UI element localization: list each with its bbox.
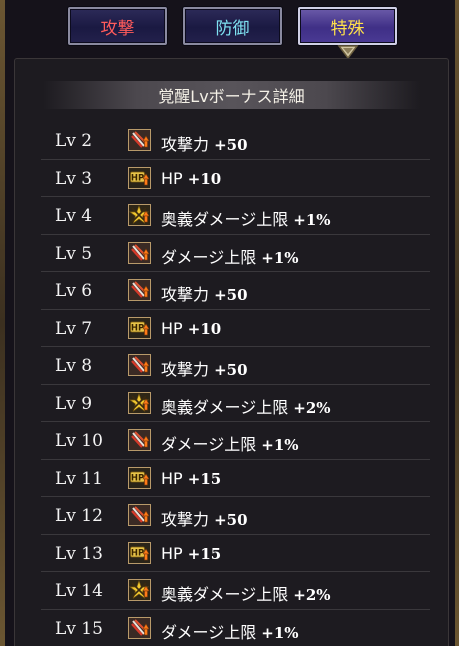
attack-icon (128, 129, 151, 151)
bonus-stat: 奥義ダメージ上限 (161, 210, 289, 229)
bonus-stat: HP (161, 468, 183, 488)
attack-icon (128, 504, 151, 526)
bonus-value: +50 (214, 286, 248, 304)
attack-icon (128, 616, 151, 639)
bonus-value: +15 (187, 544, 222, 563)
special-cap-icon (128, 579, 151, 601)
bonus-text: 奥義ダメージ上限 +2% (161, 394, 331, 418)
bonus-text: HP +15 (161, 469, 221, 488)
bonus-value: +2% (293, 586, 331, 604)
bonus-value: +10 (187, 169, 222, 188)
special-cap-icon (128, 204, 151, 226)
bonus-value: +15 (187, 469, 222, 488)
bonus-stat: HP (161, 543, 183, 563)
tab-special[interactable]: 特殊 (298, 7, 397, 45)
bonus-row: Lv 8 攻撃力 +50 (41, 347, 430, 385)
level-label: Lv 4 (55, 206, 93, 226)
bonus-text: HP +10 (161, 319, 221, 338)
level-label: Lv 10 (55, 431, 103, 451)
bonus-value: +1% (261, 623, 299, 642)
bonus-row: Lv 5 ダメージ上限 +1% (41, 235, 430, 272)
bonus-row: Lv 9 奥義ダメージ上限 +2% (41, 385, 430, 422)
bonus-stat: 攻撃力 (161, 360, 210, 379)
level-label: Lv 5 (55, 243, 93, 264)
bonus-stat: 攻撃力 (161, 510, 210, 529)
attack-icon (128, 241, 151, 264)
bonus-value: +10 (187, 319, 222, 338)
bonus-row: Lv 14 奥義ダメージ上限 +2% (41, 572, 430, 610)
svg-text:HP: HP (131, 548, 144, 558)
bonus-row: Lv 4 奥義ダメージ上限 +1% (41, 197, 430, 235)
level-label: Lv 7 (55, 318, 93, 339)
level-label: Lv 2 (55, 131, 93, 151)
bonus-text: HP +10 (161, 169, 221, 188)
attack-icon (128, 429, 151, 451)
bonus-stat: ダメージ上限 (161, 435, 257, 454)
bonus-row: Lv 10 ダメージ上限 +1% (41, 422, 430, 460)
bonus-row: Lv 12 攻撃力 +50 (41, 497, 430, 535)
level-label: Lv 11 (55, 468, 103, 489)
level-label: Lv 9 (55, 393, 93, 414)
bonus-value: +50 (214, 361, 248, 379)
tab-defense[interactable]: 防御 (183, 7, 282, 45)
bonus-row: Lv 11 HP HP +15 (41, 460, 430, 497)
bonus-text: 攻撃力 +50 (161, 131, 248, 155)
bonus-value: +50 (214, 511, 248, 529)
svg-text:HP: HP (131, 173, 144, 183)
bonus-row: Lv 6 攻撃力 +50 (41, 272, 430, 310)
bonus-text: ダメージ上限 +1% (161, 244, 299, 268)
frame-right (455, 0, 459, 646)
level-label: Lv 12 (55, 506, 103, 526)
bonus-value: +1% (293, 211, 331, 229)
bonus-stat: ダメージ上限 (161, 622, 257, 642)
bonus-row: Lv 3 HP HP +10 (41, 160, 430, 197)
bonus-stat: 奥義ダメージ上限 (161, 397, 289, 417)
bonus-row: Lv 2 攻撃力 +50 (41, 122, 430, 160)
bonus-text: 攻撃力 +50 (161, 356, 248, 380)
frame-left (0, 0, 5, 646)
svg-text:HP: HP (131, 473, 144, 483)
level-label: Lv 8 (55, 356, 93, 376)
bonus-panel: 覚醒Lvボーナス詳細 Lv 2 攻撃力 +50 Lv 3 HP HP +10 Lv 4 奥義… (14, 58, 449, 646)
bonus-row: Lv 13 HP HP +15 (41, 535, 430, 572)
panel-title: 覚醒Lvボーナス詳細 (158, 87, 305, 106)
level-label: Lv 6 (55, 281, 93, 301)
bonus-stat: HP (161, 168, 183, 188)
tab-bar: 攻撃 防御 特殊 (0, 7, 459, 60)
bonus-value: +50 (214, 136, 248, 154)
bonus-stat: 奥義ダメージ上限 (161, 585, 289, 604)
hp-icon: HP (128, 466, 151, 489)
special-cap-icon (128, 391, 151, 414)
bonus-list: Lv 2 攻撃力 +50 Lv 3 HP HP +10 Lv 4 奥義ダメージ上限 +1% L… (41, 122, 430, 646)
bonus-value: +1% (261, 248, 299, 267)
bonus-text: 奥義ダメージ上限 +1% (161, 206, 331, 230)
bonus-row: Lv 7 HP HP +10 (41, 310, 430, 347)
bonus-text: 攻撃力 +50 (161, 506, 248, 530)
bonus-stat: ダメージ上限 (161, 247, 257, 267)
bonus-row: Lv 15 ダメージ上限 +1% (41, 610, 430, 646)
hp-icon: HP (128, 166, 151, 189)
bonus-text: 奥義ダメージ上限 +2% (161, 581, 331, 605)
tab-attack[interactable]: 攻撃 (68, 7, 167, 45)
level-label: Lv 13 (55, 543, 103, 564)
panel-header: 覚醒Lvボーナス詳細 (43, 81, 420, 109)
hp-icon: HP (128, 316, 151, 339)
level-label: Lv 15 (55, 618, 103, 639)
bonus-text: ダメージ上限 +1% (161, 619, 299, 643)
hp-icon: HP (128, 541, 151, 564)
bonus-value: +2% (293, 398, 331, 417)
level-label: Lv 3 (55, 168, 93, 189)
bonus-value: +1% (261, 436, 299, 454)
attack-icon (128, 279, 151, 301)
svg-text:HP: HP (131, 323, 144, 333)
bonus-stat: 攻撃力 (161, 135, 210, 154)
bonus-text: HP +15 (161, 544, 221, 563)
bonus-stat: 攻撃力 (161, 285, 210, 304)
bonus-text: 攻撃力 +50 (161, 281, 248, 305)
level-label: Lv 14 (55, 581, 103, 601)
attack-icon (128, 354, 151, 376)
bonus-stat: HP (161, 318, 183, 338)
bonus-text: ダメージ上限 +1% (161, 431, 299, 455)
